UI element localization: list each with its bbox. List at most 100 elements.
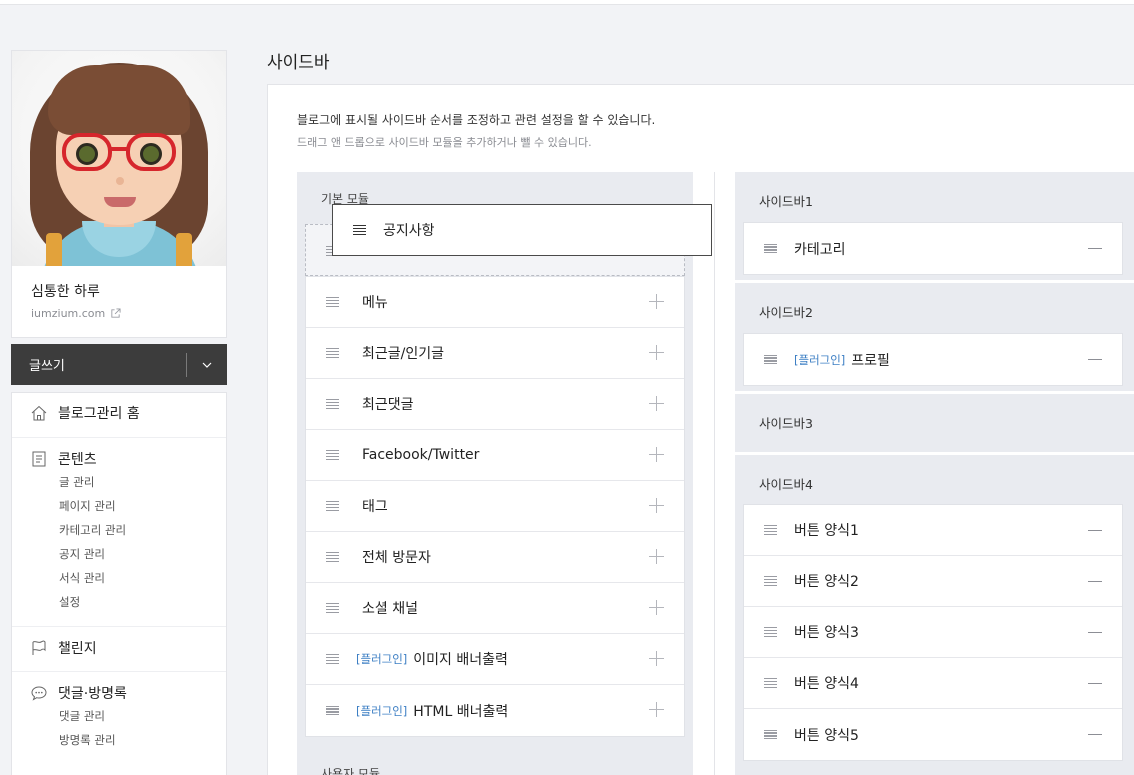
module-item[interactable]: 태그: [306, 481, 684, 532]
sidebar-module-item[interactable]: 버튼 양식5: [744, 709, 1122, 760]
drag-handle-icon[interactable]: [326, 297, 339, 307]
add-icon[interactable]: [649, 396, 664, 411]
blog-domain[interactable]: iumzium.com: [31, 307, 105, 320]
menu-sub-post-manage[interactable]: 글 관리: [12, 470, 226, 494]
add-icon[interactable]: [649, 549, 664, 564]
module-label: 버튼 양식3: [794, 625, 859, 641]
basic-module-list: 메뉴 최근글/인기글 최근댓글 Facebook/Twitter 태그 전체 방…: [305, 276, 685, 737]
sidebar-2-list: [플러그인] 프로필: [743, 333, 1123, 386]
menu-sub-comment-manage[interactable]: 댓글 관리: [12, 704, 226, 728]
add-icon[interactable]: [649, 498, 664, 513]
remove-icon[interactable]: [1088, 530, 1102, 531]
sidebar-module-item[interactable]: [플러그인] 프로필: [744, 334, 1122, 385]
flag-icon: [32, 640, 46, 655]
sidebar-module-item[interactable]: 버튼 양식2: [744, 556, 1122, 607]
add-icon[interactable]: [649, 447, 664, 462]
remove-icon[interactable]: [1088, 581, 1102, 582]
sidebar-4-list: 버튼 양식1 버튼 양식2 버튼 양식3 버튼 양식4 버튼 양식5: [743, 504, 1123, 761]
plugin-tag: [플러그인]: [356, 652, 408, 666]
write-button[interactable]: 글쓰기: [11, 344, 227, 385]
drag-handle-icon[interactable]: [353, 225, 366, 235]
module-label: 최근글/인기글: [362, 346, 444, 362]
drag-handle-icon[interactable]: [326, 399, 339, 409]
drag-handle-icon[interactable]: [764, 525, 777, 535]
description-main: 블로그에 표시될 사이드바 순서를 조정하고 관련 설정을 할 수 있습니다.: [297, 113, 656, 127]
drag-handle-icon[interactable]: [326, 501, 339, 511]
sidebar-module-item[interactable]: 버튼 양식4: [744, 658, 1122, 709]
menu-sub-guestbook-manage[interactable]: 방명록 관리: [12, 728, 226, 752]
module-item[interactable]: [플러그인] 이미지 배너출력: [306, 634, 684, 685]
module-label: 버튼 양식4: [794, 676, 859, 692]
menu-item-comments-label[interactable]: 댓글·방명록: [58, 683, 127, 703]
drag-handle-icon[interactable]: [764, 576, 777, 586]
module-item[interactable]: [플러그인] HTML 배너출력: [306, 685, 684, 736]
column-divider: [714, 172, 715, 775]
sidebar-2-title: 사이드바2: [759, 305, 813, 320]
menu-sub-page-manage[interactable]: 페이지 관리: [12, 494, 226, 518]
drag-handle-icon[interactable]: [326, 705, 339, 716]
description-sub: 드래그 앤 드롭으로 사이드바 모듈을 추가하거나 뺄 수 있습니다.: [297, 136, 592, 149]
remove-icon[interactable]: [1088, 734, 1102, 735]
drag-handle-icon[interactable]: [326, 450, 339, 460]
page-title: 사이드바: [267, 53, 330, 73]
dragging-module-label: 공지사항: [383, 223, 435, 239]
menu-item-contents[interactable]: 콘텐츠: [12, 448, 226, 470]
sidebar-4-title: 사이드바4: [759, 477, 813, 492]
add-icon[interactable]: [649, 600, 664, 615]
blog-domain-link[interactable]: iumzium.com: [31, 307, 121, 320]
drag-handle-icon[interactable]: [326, 603, 339, 613]
sidebar-module-item[interactable]: 카테고리: [744, 223, 1122, 274]
menu-sub-category-manage[interactable]: 카테고리 관리: [12, 518, 226, 542]
sidebar-1-title: 사이드바1: [759, 194, 813, 209]
blog-name: 심통한 하루: [31, 284, 100, 300]
module-label: 전체 방문자: [362, 550, 431, 566]
menu-sub-settings[interactable]: 설정: [12, 590, 226, 614]
drag-handle-icon[interactable]: [764, 678, 777, 688]
add-icon[interactable]: [649, 651, 664, 666]
menu-item-challenge-label[interactable]: 챌린지: [58, 638, 97, 658]
chevron-down-icon: [202, 362, 212, 368]
remove-icon[interactable]: [1088, 359, 1102, 360]
sidebar-module-item[interactable]: 버튼 양식3: [744, 607, 1122, 658]
profile-card: 심통한 하루 iumzium.com: [11, 50, 227, 338]
module-label: 이미지 배너출력: [413, 652, 508, 668]
module-item[interactable]: 최근댓글: [306, 379, 684, 430]
menu-sub-template-manage[interactable]: 서식 관리: [12, 566, 226, 590]
write-dropdown-toggle[interactable]: [187, 344, 227, 385]
dragging-module-ghost[interactable]: 공지사항: [332, 204, 712, 256]
admin-menu: 블로그관리 홈 콘텐츠 글 관리 페이지 관리 카테고리 관리 공지 관리 서식…: [11, 392, 227, 775]
menu-item-comments[interactable]: 댓글·방명록: [12, 682, 226, 704]
avatar[interactable]: [12, 51, 226, 266]
remove-icon[interactable]: [1088, 632, 1102, 633]
module-item[interactable]: 최근글/인기글: [306, 328, 684, 379]
add-icon[interactable]: [649, 294, 664, 309]
module-item[interactable]: 전체 방문자: [306, 532, 684, 583]
drag-handle-icon[interactable]: [764, 729, 777, 740]
menu-item-contents-label[interactable]: 콘텐츠: [58, 449, 97, 469]
remove-icon[interactable]: [1088, 248, 1102, 249]
external-link-icon: [111, 308, 121, 318]
drag-handle-icon[interactable]: [326, 348, 339, 358]
sidebar-1-box: 사이드바1 카테고리: [735, 172, 1134, 280]
remove-icon[interactable]: [1088, 683, 1102, 684]
sidebar-module-item[interactable]: 버튼 양식1: [744, 505, 1122, 556]
menu-item-home-label[interactable]: 블로그관리 홈: [58, 403, 140, 423]
module-item[interactable]: Facebook/Twitter: [306, 430, 684, 481]
add-icon[interactable]: [649, 345, 664, 360]
speech-bubble-icon: [31, 686, 47, 701]
module-label: Facebook/Twitter: [362, 447, 480, 463]
module-label: 소셜 채널: [362, 601, 418, 617]
menu-sub-notice-manage[interactable]: 공지 관리: [12, 542, 226, 566]
add-icon[interactable]: [649, 702, 664, 717]
drag-handle-icon[interactable]: [764, 354, 777, 365]
drag-handle-icon[interactable]: [326, 552, 339, 562]
menu-item-challenge[interactable]: 챌린지: [12, 637, 226, 659]
write-button-label[interactable]: 글쓰기: [11, 355, 186, 374]
module-item[interactable]: 메뉴: [306, 277, 684, 328]
drag-handle-icon[interactable]: [764, 243, 777, 254]
module-label: 태그: [362, 499, 388, 515]
drag-handle-icon[interactable]: [326, 654, 339, 664]
menu-item-home[interactable]: 블로그관리 홈: [12, 402, 226, 424]
drag-handle-icon[interactable]: [764, 627, 777, 637]
module-item[interactable]: 소셜 채널: [306, 583, 684, 634]
